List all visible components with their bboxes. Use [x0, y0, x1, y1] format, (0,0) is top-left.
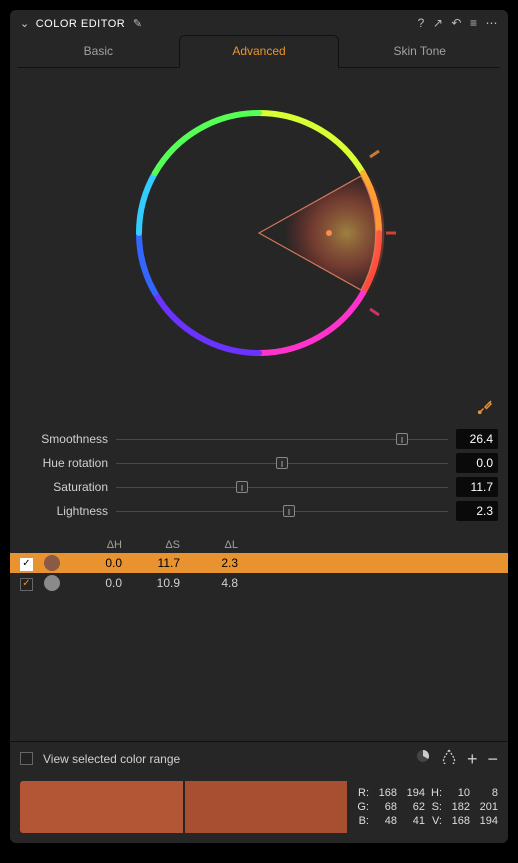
adjustments-table: ΔH ΔS ΔL ✓ 0.0 11.7 2.3 ✓ 0.0 10.9 4.8 — [10, 539, 508, 593]
table-row[interactable]: ✓ 0.0 11.7 2.3 — [10, 553, 508, 573]
row-checkbox[interactable]: ✓ — [20, 558, 33, 571]
slider-smoothness: Smoothness 26.4 — [20, 429, 498, 449]
color-values-grid: R:168194 H:108 G:6862 S:182201 B:4841 V:… — [349, 781, 498, 833]
slider-label: Saturation — [20, 480, 108, 494]
add-icon[interactable]: + — [467, 750, 478, 768]
reset-icon[interactable]: ↶ — [451, 16, 462, 30]
row-swatch — [44, 575, 60, 591]
panel-title: COLOR EDITOR ✎ — [36, 17, 418, 30]
slider-lightness: Lightness 2.3 — [20, 501, 498, 521]
footer-toolbar: View selected color range + − — [10, 741, 508, 775]
slider-track[interactable] — [116, 480, 448, 494]
slider-track[interactable] — [116, 432, 448, 446]
invert-icon[interactable] — [441, 748, 457, 769]
view-range-checkbox[interactable] — [20, 752, 33, 765]
color-swatch-before[interactable] — [20, 781, 183, 833]
row-swatch — [44, 555, 60, 571]
slider-label: Smoothness — [20, 432, 108, 446]
tab-basic[interactable]: Basic — [18, 35, 179, 68]
slider-label: Hue rotation — [20, 456, 108, 470]
mode-tabs: Basic Advanced Skin Tone — [18, 34, 500, 68]
pie-icon[interactable] — [415, 748, 431, 769]
tab-skin-tone[interactable]: Skin Tone — [339, 35, 500, 68]
slider-thumb[interactable] — [276, 457, 288, 469]
remove-icon[interactable]: − — [487, 750, 498, 768]
help-icon[interactable]: ? — [418, 16, 425, 30]
slider-track[interactable] — [116, 456, 448, 470]
slider-hue-rotation: Hue rotation 0.0 — [20, 453, 498, 473]
slider-value[interactable]: 0.0 — [456, 453, 498, 473]
color-wheel[interactable] — [119, 93, 399, 373]
slider-track[interactable] — [116, 504, 448, 518]
slider-thumb[interactable] — [283, 505, 295, 517]
color-readout: R:168194 H:108 G:6862 S:182201 B:4841 V:… — [10, 775, 508, 843]
color-swatch-after[interactable] — [185, 781, 348, 833]
slider-thumb[interactable] — [236, 481, 248, 493]
table-header: ΔH ΔS ΔL — [10, 539, 508, 553]
slider-saturation: Saturation 11.7 — [20, 477, 498, 497]
slider-value[interactable]: 11.7 — [456, 477, 498, 497]
slider-value[interactable]: 2.3 — [456, 501, 498, 521]
slider-value[interactable]: 26.4 — [456, 429, 498, 449]
copy-icon[interactable]: ≡ — [470, 16, 478, 30]
slider-thumb[interactable] — [396, 433, 408, 445]
color-wheel-area — [10, 68, 508, 398]
table-row[interactable]: ✓ 0.0 10.9 4.8 — [10, 573, 508, 593]
expand-icon[interactable]: ↗ — [433, 16, 444, 30]
sliders-section: Smoothness 26.4 Hue rotation 0.0 Saturat… — [10, 425, 508, 525]
row-checkbox[interactable]: ✓ — [20, 578, 33, 591]
tab-advanced[interactable]: Advanced — [179, 35, 340, 68]
view-range-label: View selected color range — [43, 752, 405, 766]
eyedropper-icon[interactable] — [476, 398, 494, 419]
more-icon[interactable]: ⋯ — [486, 16, 499, 30]
slider-label: Lightness — [20, 504, 108, 518]
collapse-chevron-icon[interactable]: ⌄ — [20, 17, 30, 30]
panel-header: ⌄ COLOR EDITOR ✎ ? ↗ ↶ ≡ ⋯ — [10, 10, 508, 34]
wand-icon[interactable]: ✎ — [133, 18, 143, 30]
